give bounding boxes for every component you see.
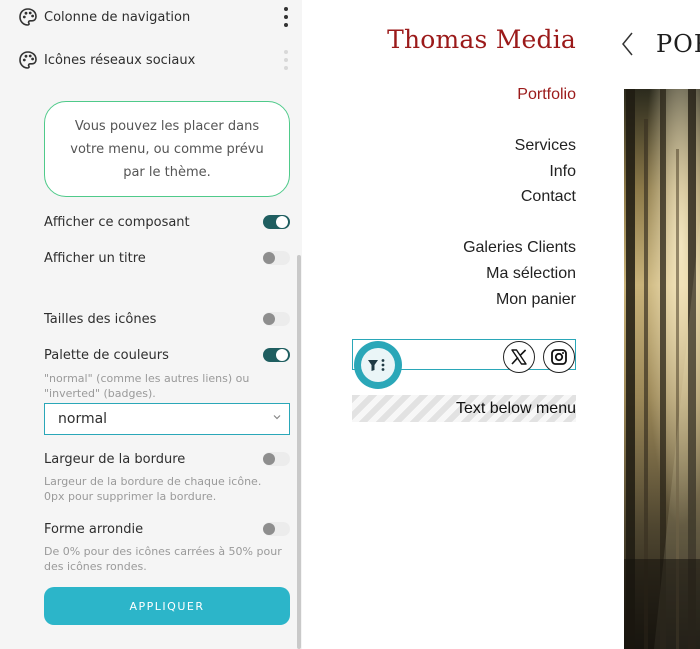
show-component-toggle[interactable] [263, 215, 290, 229]
color-palette-toggle[interactable] [263, 348, 290, 362]
option-show-component: Afficher ce composant [44, 212, 290, 232]
chevron-down-icon [273, 415, 281, 420]
drag-handle-icon[interactable] [281, 49, 291, 71]
component-edit-badge[interactable] [354, 341, 402, 389]
menu-item-contact[interactable]: Contact [330, 188, 576, 206]
border-width-toggle[interactable] [263, 452, 290, 466]
show-title-toggle[interactable] [263, 251, 290, 265]
nav-row-navigation-column[interactable]: Colonne de navigation [18, 2, 294, 32]
text-below-menu: Text below menu [352, 395, 576, 422]
drag-handle-icon[interactable] [281, 6, 291, 28]
rounded-shape-help: De 0% pour des icônes carrées à 50% pour… [44, 545, 282, 573]
settings-panel: Colonne de navigation Icônes réseaux soc… [0, 0, 302, 649]
menu-item-info[interactable]: Info [330, 163, 576, 181]
apply-button[interactable]: APPLIQUER [44, 587, 290, 625]
info-box: Vous pouvez les placer dans votre menu, … [44, 101, 290, 197]
page-heading: POR [656, 30, 700, 58]
option-label: Tailles des icônes [44, 311, 157, 327]
chevron-left-icon[interactable] [620, 30, 634, 58]
palette-icon [19, 8, 37, 26]
text-below-menu-label: Text below menu [455, 399, 576, 417]
rounded-shape-toggle[interactable] [263, 522, 290, 536]
option-label: Afficher un titre [44, 250, 146, 266]
option-color-palette: Palette de couleurs [44, 345, 290, 365]
instagram-icon[interactable] [543, 341, 575, 373]
option-rounded-shape: Forme arrondie [44, 519, 290, 539]
filter-icon [368, 359, 385, 371]
palette-select-value: normal [58, 411, 108, 427]
x-twitter-icon[interactable] [503, 341, 535, 373]
panel-scrollbar[interactable] [297, 255, 301, 649]
option-border-width: Largeur de la bordure [44, 449, 290, 469]
nav-row-label: Icônes réseaux sociaux [44, 52, 196, 68]
palette-select[interactable]: normal [44, 403, 290, 435]
menu-item-my-cart[interactable]: Mon panier [330, 291, 576, 309]
option-label: Afficher ce composant [44, 214, 190, 230]
site-title[interactable]: Thomas Media [330, 25, 576, 54]
nav-row-label: Colonne de navigation [44, 9, 191, 25]
option-show-title: Afficher un titre [44, 248, 290, 268]
forest-photo [624, 89, 700, 649]
option-label: Palette de couleurs [44, 347, 169, 363]
border-width-help: Largeur de la bordure de chaque icône. 0… [44, 475, 262, 503]
option-icon-sizes: Tailles des icônes [44, 309, 290, 329]
icon-sizes-toggle[interactable] [263, 312, 290, 326]
menu-item-services[interactable]: Services [330, 137, 576, 155]
nav-row-social-icons[interactable]: Icônes réseaux sociaux [18, 45, 294, 75]
menu-item-client-galleries[interactable]: Galeries Clients [330, 239, 576, 257]
option-label: Forme arrondie [44, 521, 144, 537]
menu-item-my-selection[interactable]: Ma sélection [330, 265, 576, 283]
color-palette-help: "normal" (comme les autres liens) ou "in… [44, 372, 250, 400]
menu-item-portfolio[interactable]: Portfolio [330, 86, 576, 104]
info-text: Vous pouvez les placer dans votre menu, … [70, 118, 264, 180]
palette-icon [19, 51, 37, 69]
option-label: Largeur de la bordure [44, 451, 186, 467]
